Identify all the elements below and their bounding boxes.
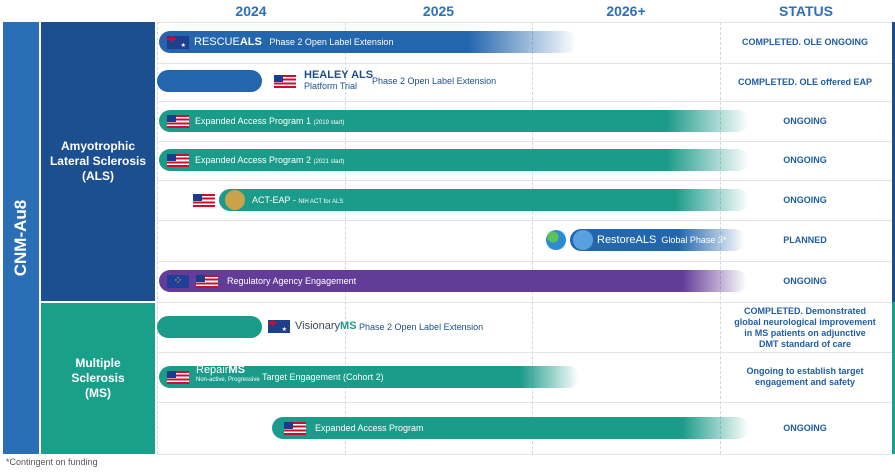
restore-als-text: RestoreALS Global Phase 3* xyxy=(597,234,727,246)
repair-ms-label: Target Engagement (Cohort 2) xyxy=(262,372,384,382)
ms-label: Multiple Sclerosis (MS) xyxy=(41,303,155,454)
us-flag-icon xyxy=(167,115,189,128)
visionary-ms-logo: VisionaryMS xyxy=(295,320,357,332)
australia-flag-icon xyxy=(167,36,189,49)
repair-ms-logo: RepairMS Non-active, Progressive xyxy=(196,364,260,384)
rescue-als-text: RESCUEALS Phase 2 Open Label Extension xyxy=(194,36,394,48)
timeline-bar-healey-als xyxy=(157,70,262,92)
us-flag-icon xyxy=(284,422,306,435)
healey-als-logo: HEALEY ALS Platform Trial xyxy=(304,69,374,92)
program-label-panel: CNM-Au8 xyxy=(3,22,39,454)
brain-icon xyxy=(225,190,245,210)
timeline-bar-visionary-ms xyxy=(157,316,262,338)
regulatory-text: Regulatory Agency Engagement xyxy=(227,276,357,286)
als-label: Amyotrophic Lateral Sclerosis (ALS) xyxy=(41,22,155,301)
year-2024: 2024 xyxy=(235,3,267,19)
status-regulatory: ONGOING xyxy=(783,276,827,286)
als-line-3: (ALS) xyxy=(82,169,114,183)
status-act-eap: ONGOING xyxy=(783,194,827,205)
row-divider xyxy=(157,454,893,455)
status-header: STATUS xyxy=(779,3,833,19)
footnote: *Contingent on funding xyxy=(6,457,98,467)
australia-flag-icon xyxy=(268,320,290,333)
status-healey-als: COMPLETED. OLE offered EAP xyxy=(737,76,872,87)
us-flag-icon xyxy=(167,154,189,167)
grid-line xyxy=(532,22,533,454)
us-flag-icon xyxy=(274,75,296,88)
us-flag-icon xyxy=(193,194,215,207)
ms-line-1: Multiple xyxy=(75,356,121,370)
act-eap-text: ACT-EAP - NIH ACT for ALS xyxy=(252,195,344,205)
als-line-2: Lateral Sclerosis xyxy=(49,154,147,168)
visionary-ms-label: Phase 2 Open Label Extension xyxy=(359,322,484,332)
year-2025: 2025 xyxy=(422,3,455,19)
row-divider xyxy=(157,302,893,303)
year-2026-plus: 2026+ xyxy=(606,3,646,19)
status-rescue-als: COMPLETED. OLE ONGOING xyxy=(741,37,868,47)
healey-als-label: Phase 2 Open Label Extension xyxy=(372,76,497,86)
brain-icon xyxy=(573,230,593,250)
status-eap-ms: ONGOING xyxy=(783,422,827,433)
status-eap-2: ONGOING xyxy=(783,155,827,165)
status-restore-als: PLANNED xyxy=(783,235,827,245)
eap-ms-text: Expanded Access Program xyxy=(315,423,424,433)
eap-2-text: Expanded Access Program 2 (2021 start) xyxy=(195,155,345,165)
status-repair-ms: Ongoing to establish target engagement a… xyxy=(746,366,864,387)
us-flag-icon xyxy=(167,371,189,384)
status-eap-1: ONGOING xyxy=(783,115,827,126)
ms-line-2: Sclerosis xyxy=(71,371,125,385)
status-visionary-ms: COMPLETED. Demonstrated global neurologi… xyxy=(734,305,876,349)
als-line-1: Amyotrophic xyxy=(60,139,135,153)
us-flag-icon xyxy=(196,275,218,288)
ms-line-3: (MS) xyxy=(85,386,111,400)
globe-icon xyxy=(546,230,566,250)
eu-flag-icon xyxy=(167,275,189,288)
eap-1-text: Expanded Access Program 1 (2019 start) xyxy=(195,116,345,126)
program-name: CNM-Au8 xyxy=(11,199,30,277)
